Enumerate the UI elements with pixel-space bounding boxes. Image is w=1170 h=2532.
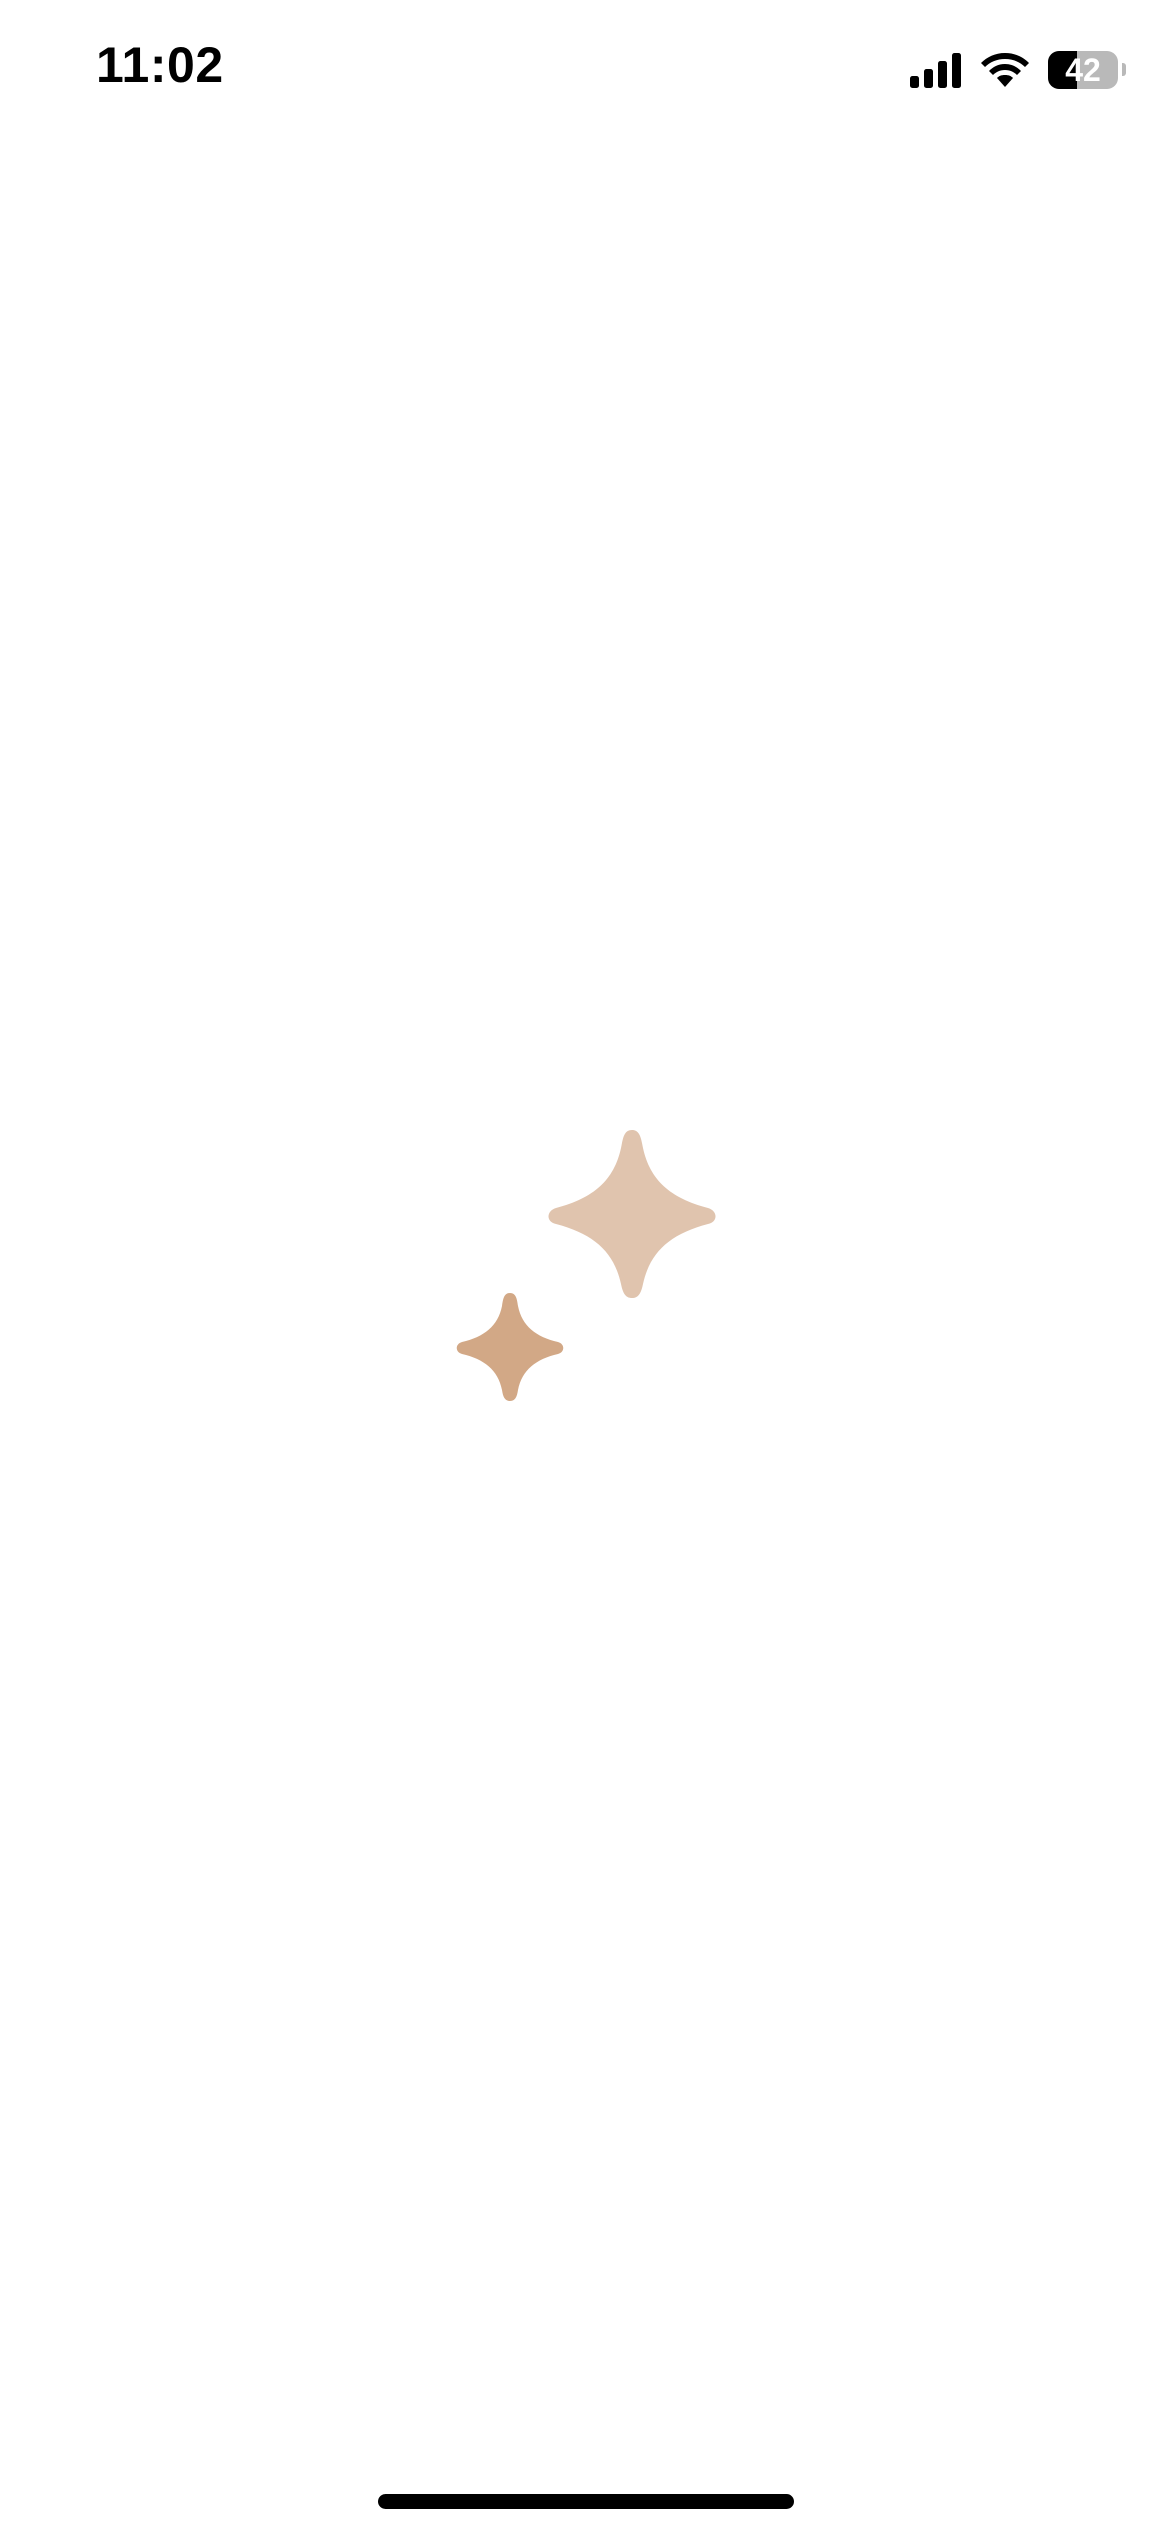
- sparkles-icon: [456, 1130, 716, 1401]
- app-screen: 11:02 42: [0, 0, 1170, 2532]
- small-sparkle-star: [456, 1293, 564, 1401]
- home-indicator[interactable]: [378, 2494, 794, 2509]
- large-sparkle-star: [548, 1130, 716, 1298]
